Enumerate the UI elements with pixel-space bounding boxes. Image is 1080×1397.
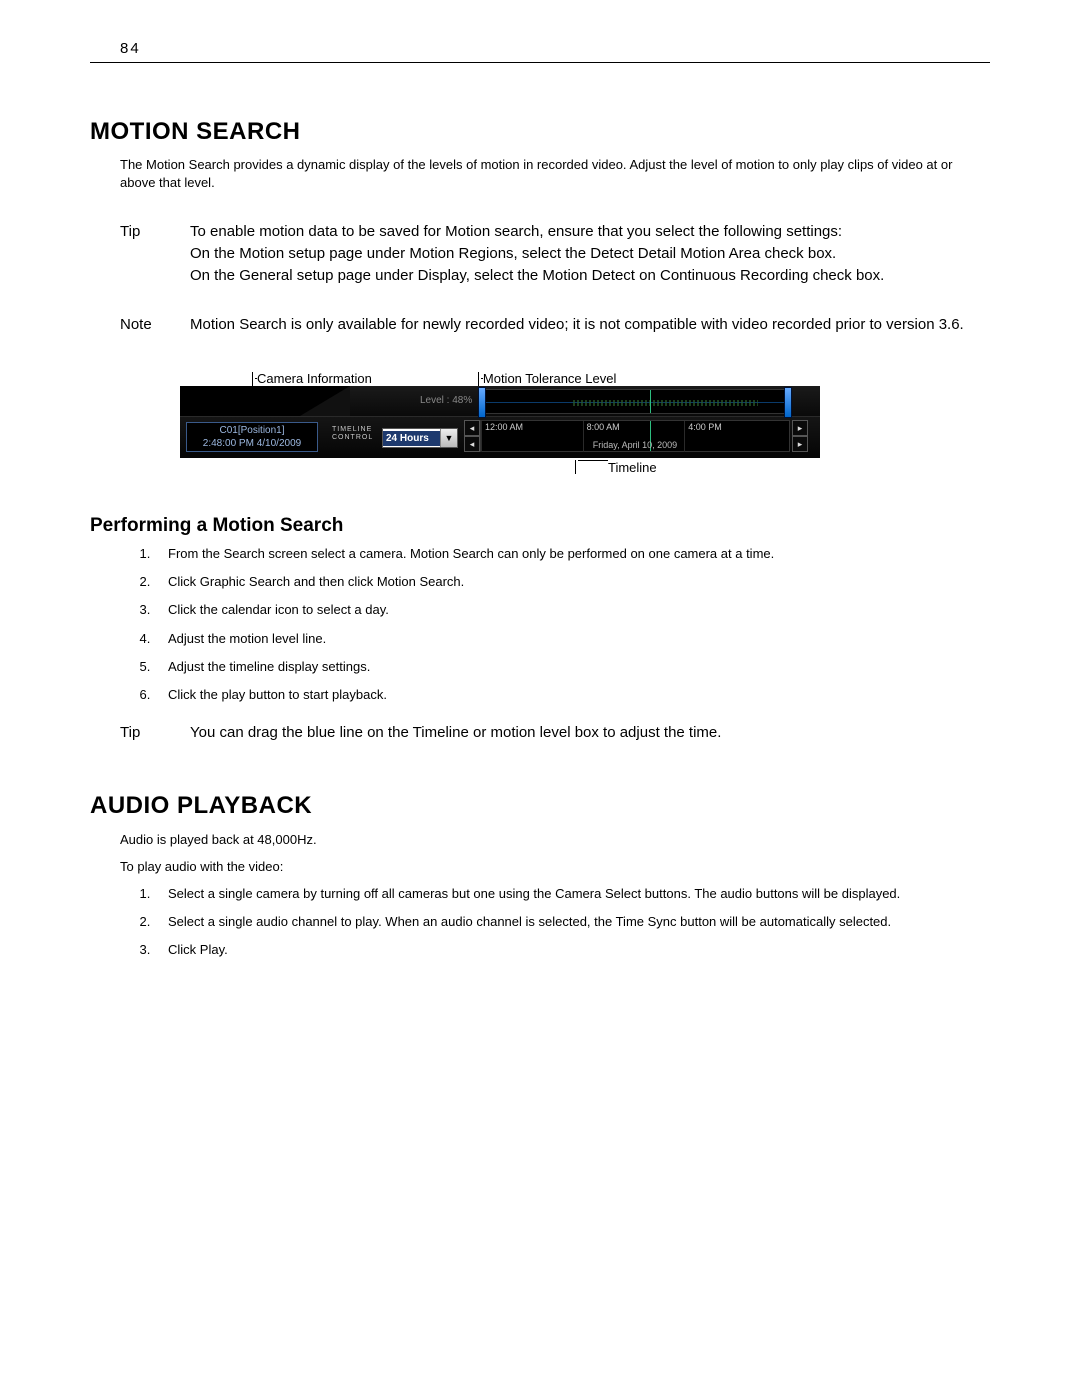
callout-motion-tolerance: Motion Tolerance Level	[478, 371, 616, 386]
audio-line-2: To play audio with the video:	[120, 857, 990, 877]
list-item: Click the play button to start playback.	[154, 686, 990, 704]
chevron-down-icon[interactable]: ▼	[440, 429, 457, 447]
timeline-next-bottom-button[interactable]: ▸	[792, 436, 808, 452]
list-item: Click the calendar icon to select a day.	[154, 601, 990, 619]
list-item: Click Play.	[154, 941, 990, 959]
timeline-range-dropdown[interactable]: 24 Hours ▼	[382, 428, 458, 448]
list-item: Select a single audio channel to play. W…	[154, 913, 990, 931]
timeline-next-top-button[interactable]: ▸	[792, 420, 808, 436]
timeline-range-value: 24 Hours	[383, 431, 440, 446]
note-block: Note Motion Search is only available for…	[120, 314, 990, 336]
callout-camera-info: Camera Information	[252, 371, 372, 386]
tip-block: Tip To enable motion data to be saved fo…	[120, 221, 990, 286]
motion-level-box[interactable]	[480, 389, 790, 414]
camera-timestamp: 2:48:00 PM 4/10/2009	[187, 437, 317, 450]
heading-motion-search: MOTION SEARCH	[90, 118, 990, 146]
list-item: Click Graphic Search and then click Moti…	[154, 573, 990, 591]
tip-text: To enable motion data to be saved for Mo…	[190, 221, 990, 286]
motion-search-intro: The Motion Search provides a dynamic dis…	[120, 156, 990, 191]
page-header: 84	[90, 40, 990, 63]
tip-block-2: Tip You can drag the blue line on the Ti…	[120, 722, 990, 744]
list-item: Adjust the motion level line.	[154, 630, 990, 648]
heading-audio-playback: AUDIO PLAYBACK	[90, 792, 990, 820]
timeline-control-label: TIMELINE CONTROL	[332, 426, 373, 441]
audio-playback-steps: Select a single camera by turning off al…	[118, 885, 990, 960]
timeline-prev-bottom-button[interactable]: ◂	[464, 436, 480, 452]
camera-id: C01[Position1]	[187, 424, 317, 437]
motion-level-label: Level : 48%	[420, 395, 472, 406]
heading-performing-motion-search: Performing a Motion Search	[90, 515, 990, 537]
list-item: Adjust the timeline display settings.	[154, 658, 990, 676]
note-label: Note	[120, 314, 190, 336]
tip-text: You can drag the blue line on the Timeli…	[190, 722, 990, 744]
audio-line-1: Audio is played back at 48,000Hz.	[120, 830, 990, 850]
timeline-prev-top-button[interactable]: ◂	[464, 420, 480, 436]
camera-info-box: C01[Position1] 2:48:00 PM 4/10/2009	[186, 422, 318, 452]
list-item: Select a single camera by turning off al…	[154, 885, 990, 903]
motion-slider-right[interactable]	[784, 387, 792, 418]
callout-timeline: Timeline	[575, 460, 990, 475]
note-text: Motion Search is only available for newl…	[190, 314, 990, 336]
timeline-date: Friday, April 10, 2009	[481, 440, 789, 450]
tip-label: Tip	[120, 722, 190, 744]
motion-search-panel: C01[Position1] 2:48:00 PM 4/10/2009 TIME…	[180, 386, 820, 458]
motion-slider-left[interactable]	[478, 387, 486, 418]
motion-search-figure: Camera Information Motion Tolerance Leve…	[180, 364, 990, 475]
motion-search-steps: From the Search screen select a camera. …	[118, 545, 990, 704]
tip-label: Tip	[120, 221, 190, 286]
list-item: From the Search screen select a camera. …	[154, 545, 990, 563]
timeline[interactable]: 12:00 AM 8:00 AM 4:00 PM Friday, April 1…	[480, 420, 790, 452]
page-number: 84	[120, 40, 141, 57]
